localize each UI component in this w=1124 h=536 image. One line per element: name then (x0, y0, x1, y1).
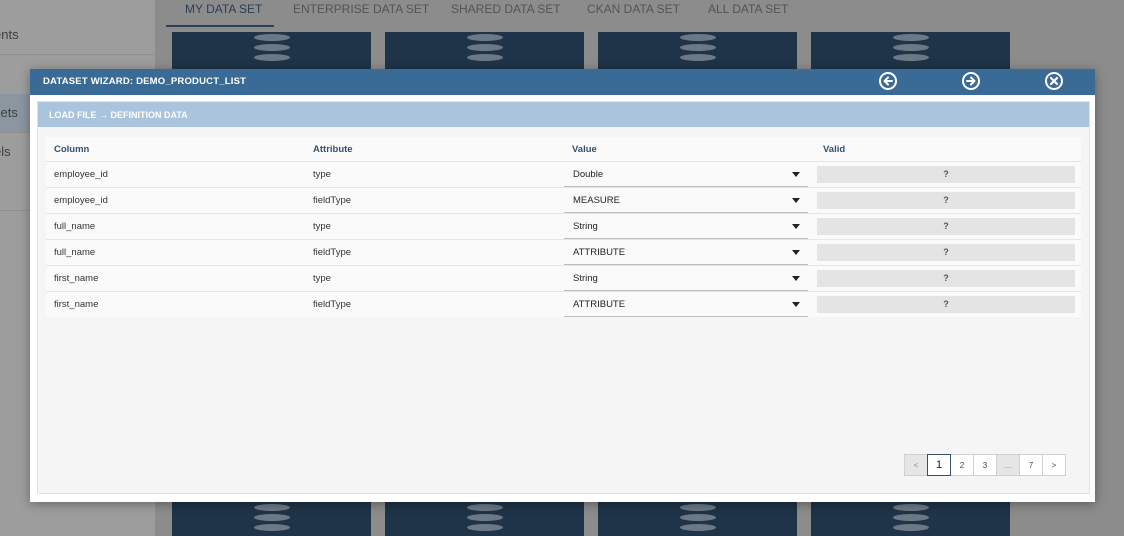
pagination-page-3[interactable]: 3 (973, 454, 997, 476)
chevron-down-icon (792, 224, 800, 229)
section-title: LOAD FILE → DEFINITION DATA (49, 110, 188, 120)
arrow-left-circle-icon (883, 76, 893, 86)
table-row: employee_id type Double ? (46, 162, 1081, 188)
table-row: first_name fieldType ATTRIBUTE ? (46, 292, 1081, 317)
dataset-card[interactable] (598, 500, 797, 536)
valid-indicator: ? (817, 244, 1075, 261)
cell-column: first_name (54, 299, 99, 310)
close-circle-icon (1049, 76, 1059, 86)
cell-column: full_name (54, 247, 96, 258)
pagination-ellipsis: ... (996, 454, 1020, 476)
back-button[interactable] (879, 72, 897, 90)
chevron-down-icon (792, 302, 800, 307)
wizard-content: LOAD FILE → DEFINITION DATA Column Attri… (37, 101, 1090, 494)
dataset-card[interactable] (385, 32, 584, 72)
definition-table: Column Attribute Value Valid employee_id… (46, 137, 1081, 317)
active-tab-underline (166, 25, 274, 27)
cell-attribute: type (313, 221, 331, 232)
sidebar-item-documents[interactable]: ents (0, 16, 155, 55)
valid-indicator: ? (817, 270, 1075, 287)
dataset-card[interactable] (172, 500, 371, 536)
chevron-down-icon (792, 172, 800, 177)
cell-attribute: fieldType (313, 299, 352, 310)
database-icon (679, 34, 716, 64)
valid-indicator: ? (817, 192, 1075, 209)
database-icon (892, 34, 929, 64)
valid-indicator: ? (817, 166, 1075, 183)
value-select[interactable]: String (564, 266, 808, 291)
database-icon (679, 504, 716, 534)
column-header-valid: Valid (823, 144, 846, 155)
value-select[interactable]: String (564, 214, 808, 239)
modal-title: DATASET WIZARD: DEMO_PRODUCT_LIST (43, 76, 247, 87)
dataset-card[interactable] (811, 500, 1010, 536)
valid-indicator: ? (817, 296, 1075, 313)
table-row: full_name fieldType ATTRIBUTE ? (46, 240, 1081, 266)
value-select-text: ATTRIBUTE (573, 299, 626, 310)
column-header-attribute: Attribute (313, 144, 353, 155)
tab-shared-data-set[interactable]: SHARED DATA SET (451, 0, 561, 18)
column-header-value: Value (572, 144, 597, 155)
chevron-down-icon (792, 198, 800, 203)
pagination-page-1[interactable]: 1 (927, 454, 951, 476)
database-icon (466, 504, 503, 534)
value-select-text: ATTRIBUTE (573, 247, 626, 258)
tab-ckan-data-set[interactable]: CKAN DATA SET (587, 0, 680, 18)
pagination: < 1 2 3 ... 7 > (904, 454, 1066, 477)
value-select-text: Double (573, 169, 604, 180)
tab-my-data-set[interactable]: MY DATA SET (185, 0, 262, 18)
cell-attribute: type (313, 169, 331, 180)
pagination-page-7[interactable]: 7 (1019, 454, 1043, 476)
cell-column: employee_id (54, 195, 108, 206)
value-select[interactable]: ATTRIBUTE (564, 292, 808, 317)
cell-column: first_name (54, 273, 99, 284)
chevron-down-icon (792, 276, 800, 281)
next-button[interactable] (962, 72, 980, 90)
value-select-text: MEASURE (573, 195, 620, 206)
arrow-right-circle-icon (966, 76, 976, 86)
value-select[interactable]: MEASURE (564, 188, 808, 213)
database-icon (892, 504, 929, 534)
cell-attribute: type (313, 273, 331, 284)
close-button[interactable] (1045, 72, 1063, 90)
cell-column: full_name (54, 221, 96, 232)
database-icon (253, 504, 290, 534)
modal-header: DATASET WIZARD: DEMO_PRODUCT_LIST (30, 69, 1095, 95)
cell-attribute: fieldType (313, 195, 352, 206)
section-header: LOAD FILE → DEFINITION DATA (38, 102, 1089, 127)
valid-indicator: ? (817, 218, 1075, 235)
dataset-card[interactable] (172, 32, 371, 72)
dataset-card[interactable] (385, 500, 584, 536)
value-select[interactable]: Double (564, 162, 808, 187)
cell-column: employee_id (54, 169, 108, 180)
table-row: employee_id fieldType MEASURE ? (46, 188, 1081, 214)
database-icon (466, 34, 503, 64)
chevron-down-icon (792, 250, 800, 255)
table-row: full_name type String ? (46, 214, 1081, 240)
pagination-prev-button[interactable]: < (904, 454, 928, 476)
value-select[interactable]: ATTRIBUTE (564, 240, 808, 265)
table-header: Column Attribute Value Valid (46, 137, 1081, 162)
pagination-next-button[interactable]: > (1042, 454, 1066, 476)
value-select-text: String (573, 273, 598, 284)
column-header-column: Column (54, 144, 90, 155)
database-icon (253, 34, 290, 64)
pagination-page-2[interactable]: 2 (950, 454, 974, 476)
value-select-text: String (573, 221, 598, 232)
cell-attribute: fieldType (313, 247, 352, 258)
tab-all-data-set[interactable]: ALL DATA SET (708, 0, 788, 18)
dataset-wizard-modal: DATASET WIZARD: DEMO_PRODUCT_LIST LOAD F… (30, 69, 1095, 502)
dataset-card[interactable] (598, 32, 797, 72)
table-row: first_name type String ? (46, 266, 1081, 292)
tab-enterprise-data-set[interactable]: ENTERPRISE DATA SET (293, 0, 429, 18)
dataset-card[interactable] (811, 32, 1010, 72)
